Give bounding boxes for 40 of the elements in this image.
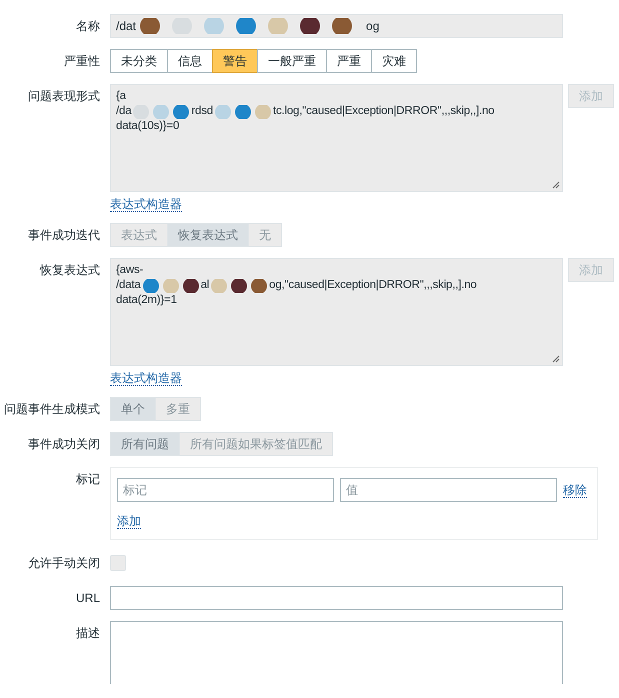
severity-option[interactable]: 信息 — [167, 49, 213, 73]
field-label: 问题事件生成模式 — [3, 401, 101, 418]
severity-option[interactable]: 一般严重 — [257, 49, 327, 73]
value-field[interactable]: 值 — [340, 478, 557, 502]
expression-text: al — [200, 278, 210, 293]
field-label: 事件成功关闭 — [27, 436, 101, 453]
redaction-drawing — [209, 278, 270, 292]
expression-text: data(10s)}=0 — [116, 119, 180, 134]
redaction-drawing — [131, 104, 192, 118]
redaction-drawing — [140, 278, 201, 292]
expression-text: og,"caused|Exception|DRROR",,,skip,,].no — [269, 278, 477, 293]
severity-option[interactable]: 严重 — [326, 49, 372, 73]
resize-handle-icon[interactable] — [552, 355, 560, 363]
field-label: 标记 — [75, 471, 101, 488]
url-field[interactable] — [110, 586, 563, 610]
field-label: 允许手动关闭 — [27, 555, 101, 572]
expression-text: /da — [116, 104, 132, 119]
name-field[interactable]: /dat og — [110, 14, 563, 38]
field-label: 事件成功迭代 — [27, 227, 101, 244]
expression-text: data(2m)}=1 — [116, 293, 177, 308]
severity-option[interactable]: 警告 — [212, 49, 258, 73]
add-link[interactable]: 添加 — [117, 514, 141, 529]
expression-text: {aws- — [116, 263, 144, 278]
expression-text: /data — [116, 278, 141, 293]
redaction-drawing — [212, 104, 273, 118]
severity-option[interactable]: 灾难 — [371, 49, 417, 73]
description-field[interactable] — [110, 621, 563, 684]
expression-text: tc.log,"caused|Exception|DRROR",,,skip,,].no — [272, 104, 494, 119]
resize-handle-icon[interactable] — [552, 181, 560, 189]
field-label: URL — [74, 590, 101, 607]
expression-text: {a — [116, 89, 126, 104]
remove-link[interactable]: 移除 — [563, 483, 587, 498]
field-label: 名称 — [75, 18, 101, 35]
field-label: 描述 — [75, 625, 101, 642]
tag-field[interactable]: 标记 — [117, 478, 334, 502]
field-label: 严重性 — [63, 53, 101, 70]
expression-text: rdsd — [191, 104, 213, 119]
field-label: 问题表现形式 — [27, 88, 101, 105]
severity-option[interactable]: 未分类 — [110, 49, 168, 73]
field-label: 恢复表达式 — [38, 262, 101, 279]
